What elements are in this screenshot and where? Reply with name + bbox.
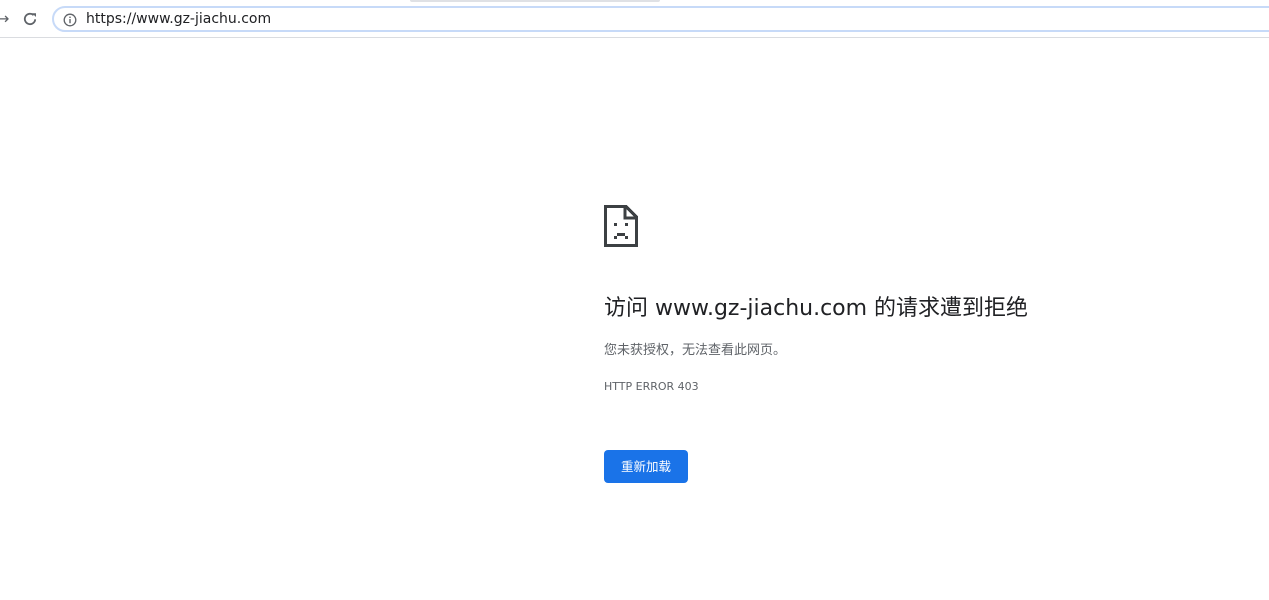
- reload-button[interactable]: 重新加载: [604, 450, 688, 483]
- error-message: 您未获授权，无法查看此网页。: [604, 343, 787, 358]
- info-icon[interactable]: [63, 12, 77, 27]
- sad-page-icon: [604, 205, 638, 247]
- error-heading: 访问 www.gz-jiachu.com 的请求遭到拒绝: [604, 296, 1029, 321]
- address-bar[interactable]: https://www.gz-jiachu.com: [52, 6, 1269, 32]
- browser-toolbar: → https://www.gz-jiachu.com: [0, 0, 1269, 38]
- arrow-forward-icon[interactable]: →: [0, 10, 10, 28]
- tab-strip-edge: [410, 0, 660, 2]
- reload-icon[interactable]: [20, 9, 40, 29]
- url-text[interactable]: https://www.gz-jiachu.com: [86, 11, 271, 28]
- error-code: HTTP ERROR 403: [604, 380, 699, 393]
